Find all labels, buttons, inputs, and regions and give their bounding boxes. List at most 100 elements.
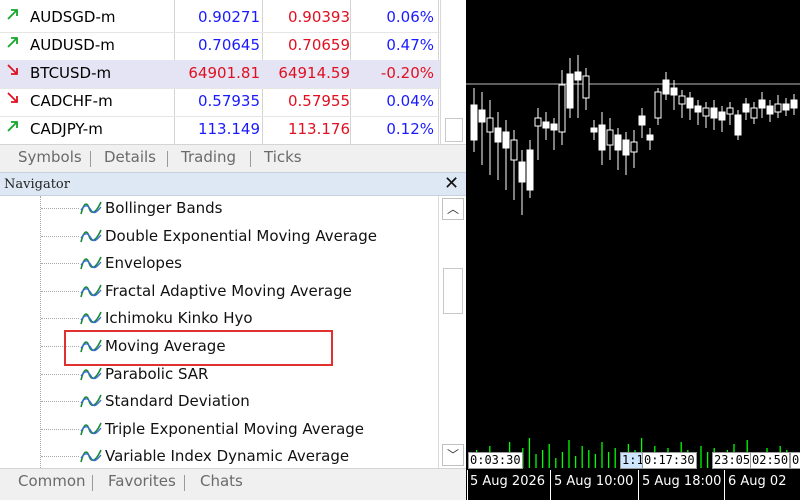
tab-common[interactable]: Common (18, 472, 86, 490)
tree-connector (41, 208, 79, 209)
symbol-row-cadjpy[interactable]: CADJPY-m 113.149 113.176 0.12% (0, 116, 440, 144)
symbol-name: AUDSGD-m (30, 8, 116, 26)
candle-body (686, 97, 694, 109)
candle-body (726, 107, 734, 115)
tree-connector (41, 401, 79, 403)
symbol-name: AUDUSD-m (30, 36, 115, 54)
tab-symbols[interactable]: Symbols (18, 148, 82, 166)
navigator-tabs: Common Favorites Chats (0, 468, 466, 500)
tree-connector (41, 428, 79, 430)
date-label: 6 Aug 02 (728, 474, 787, 489)
candle-body (670, 87, 678, 96)
candle-body (582, 75, 590, 99)
arrow-down-right-icon (7, 64, 18, 75)
indicator-label: Envelopes (105, 254, 182, 273)
candle-body (766, 105, 774, 115)
daily-change: 0.06% (386, 8, 434, 26)
candle-body (790, 99, 798, 109)
daily-change: 0.04% (386, 92, 434, 110)
indicator-label: Standard Deviation (105, 392, 250, 411)
candle-body (534, 117, 542, 127)
tab-favorites[interactable]: Favorites (108, 472, 176, 490)
indicator-item[interactable]: Ichimoku Kinko Hyo (40, 305, 430, 332)
indicator-label: Variable Index Dynamic Average (105, 447, 350, 466)
tab-separator (90, 151, 91, 167)
indicator-item[interactable]: Variable Index Dynamic Average (40, 443, 430, 468)
candle-body (606, 129, 614, 146)
indicator-label: Bollinger Bands (105, 199, 223, 217)
navigator-title: Navigator (4, 177, 70, 192)
tab-separator (250, 151, 251, 167)
candle-body (782, 103, 790, 111)
candle-body (750, 107, 758, 119)
indicator-wave-icon (80, 229, 102, 242)
close-icon[interactable]: ✕ (444, 173, 459, 194)
candle-body (758, 99, 766, 109)
bid-price: 113.149 (197, 120, 260, 138)
scrollbar-thumb[interactable] (443, 268, 463, 314)
indicator-label: Triple Exponential Moving Average (105, 419, 365, 438)
bid-price: 0.57935 (197, 92, 260, 110)
market-watch-tabs: Symbols Details Trading Ticks (0, 144, 466, 172)
time-label: 02:50 (750, 452, 791, 469)
indicator-wave-icon (80, 284, 102, 297)
candle-body (678, 95, 686, 105)
navigator-scrollbar[interactable]: ︿ ﹀ (438, 196, 466, 468)
candle-body (502, 131, 510, 149)
market-watch-scrollbar[interactable] (440, 0, 466, 144)
tree-connector (41, 235, 79, 237)
daily-change: 0.12% (386, 120, 434, 138)
time-label: 0 (790, 452, 800, 469)
indicator-wave-icon (80, 256, 102, 270)
candle-body (494, 127, 502, 143)
indicator-item[interactable]: Double Exponential Moving Average (40, 223, 430, 250)
indicator-item[interactable]: Fractal Adaptive Moving Average (40, 278, 430, 305)
candle-body (542, 121, 550, 129)
symbol-row-cadchf[interactable]: CADCHF-m 0.57935 0.57955 0.04% (0, 88, 440, 116)
time-label: 0:03:30 (468, 452, 523, 469)
indicator-label: Parabolic SAR (105, 364, 209, 383)
date-label: 5 Aug 10:00 (554, 474, 634, 489)
scroll-up-button[interactable]: ︿ (442, 198, 464, 220)
symbol-row-audusd[interactable]: AUDUSD-m 0.70645 0.70659 0.47% (0, 32, 440, 60)
arrow-up-right-icon (7, 9, 18, 20)
ask-price: 0.57955 (287, 92, 350, 110)
tree-connector (41, 290, 79, 292)
candle-body (702, 107, 710, 117)
indicator-item[interactable]: Bollinger Bands (40, 196, 430, 222)
indicator-item[interactable]: Triple Exponential Moving Average (40, 416, 430, 443)
candle-body (558, 84, 566, 133)
symbol-name: BTCUSD-m (30, 64, 112, 82)
ask-price: 113.176 (287, 120, 350, 138)
tab-chats[interactable]: Chats (200, 472, 243, 490)
scroll-down-button[interactable]: ﹀ (442, 444, 464, 466)
indicator-wave-icon (80, 201, 102, 215)
date-tick (724, 470, 725, 500)
candle-body (622, 139, 630, 156)
symbol-name: CADJPY-m (30, 120, 103, 138)
tab-ticks[interactable]: Ticks (264, 148, 302, 166)
indicator-label: Double Exponential Moving Average (105, 226, 377, 245)
scrollbar-thumb[interactable] (445, 118, 463, 142)
candle-body (774, 103, 782, 113)
bid-price: 0.70645 (197, 36, 260, 54)
daily-change: -0.20% (380, 64, 434, 82)
date-label: 5 Aug 2026 (470, 474, 546, 489)
bid-price: 0.90271 (197, 8, 260, 26)
candle-body (734, 114, 742, 136)
indicator-item[interactable]: Envelopes (40, 250, 430, 277)
tab-details[interactable]: Details (104, 148, 156, 166)
symbol-row-audsgd[interactable]: AUDSGD-m 0.90271 0.90393 0.06% (0, 4, 440, 32)
tree-connector (41, 373, 79, 375)
ask-price: 0.70659 (287, 36, 350, 54)
indicator-wave-icon (80, 394, 102, 408)
candlestick-chart (466, 55, 800, 468)
candle-body (662, 79, 670, 95)
tab-trading[interactable]: Trading (181, 148, 236, 166)
price-chart[interactable]: 0:03:30 1:1 0:17:30 23:05 02:50 0 5 Aug … (466, 0, 800, 500)
indicator-item[interactable]: Standard Deviation (40, 388, 430, 415)
symbol-row-btcusd[interactable]: BTCUSD-m 64901.81 64914.59 -0.20% (0, 60, 440, 88)
date-tick (467, 470, 468, 500)
tab-separator (92, 475, 93, 491)
market-watch: AUDSGD-m 0.90271 0.90393 0.06% AUDUSD-m … (0, 0, 466, 144)
